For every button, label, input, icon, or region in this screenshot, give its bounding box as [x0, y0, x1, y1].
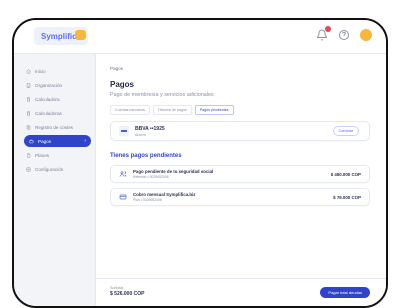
bank-logo	[119, 126, 129, 136]
breadcrumb: Pagos	[110, 66, 124, 71]
subtotal: Subtotal $ 526.000 COP	[110, 286, 144, 297]
pay-total-button[interactable]: Pagar total deudas	[320, 287, 370, 298]
sidebar-item-inicio[interactable]: Inicio	[21, 65, 90, 77]
sidebar-item-label: Planes	[35, 152, 50, 158]
bank-account-card: BBVA ••1925 Ahorro Cambiar	[110, 121, 370, 141]
payment-details: Cobro mensual Symplifica.biz Plan • 0029…	[133, 192, 195, 202]
bank-account-type: Ahorro	[135, 132, 146, 137]
bell-icon[interactable]	[316, 26, 331, 41]
sidebar-item-registro-de-costes[interactable]: Registro de costes	[21, 121, 90, 133]
chevron-right-icon: ›	[84, 138, 86, 144]
payment-title: Pago pendiente de tu seguridad social	[133, 169, 214, 174]
sidebar-item-label: Calculadoras	[35, 110, 62, 116]
app-frame: Symplifica Inicio Organización Calculado…	[12, 18, 388, 308]
payment-title: Cobro mensual Symplifica.biz	[133, 192, 196, 197]
top-icons	[316, 26, 372, 41]
building-icon	[26, 82, 31, 88]
page-subtitle: Pago de membresía y servicios adicionale…	[110, 92, 214, 98]
sidebar-item-organizacion[interactable]: Organización	[21, 79, 90, 91]
sidebar-item-label: Configuración	[35, 166, 64, 172]
tab-historial-de-pagos[interactable]: Historial de pagos	[152, 105, 192, 115]
sidebar-item-label: Inicio	[35, 68, 46, 74]
sidebar-item-pagos[interactable]: Pagos ›	[24, 135, 91, 147]
gear-icon	[26, 166, 31, 172]
change-bank-button[interactable]: Cambiar	[332, 126, 359, 136]
sidebar-item-configuracion[interactable]: Configuración	[21, 163, 90, 175]
sidebar-item-planes[interactable]: Planes	[21, 149, 90, 161]
payment-amount: $ 450.000 COP	[330, 171, 361, 177]
brand-logo: Symplifica	[34, 27, 88, 45]
payment-amount: $ 76.000 COP	[333, 194, 361, 200]
notification-badge	[325, 26, 331, 32]
help-icon[interactable]	[338, 29, 350, 41]
wallet-icon	[29, 139, 34, 144]
calculator-icon	[26, 110, 31, 116]
tab-pagos-pendientes[interactable]: Pagos pendientes	[194, 105, 234, 115]
calculator-icon	[26, 96, 31, 102]
bank-account-info: BBVA ••1925 Ahorro	[135, 126, 165, 137]
pending-payments-title: Tienes pagos pendientes	[110, 153, 182, 159]
sidebar-item-calculadora[interactable]: Calculadora	[21, 93, 90, 105]
subtotal-label: Subtotal	[110, 286, 124, 290]
document-icon	[26, 152, 31, 158]
list-item[interactable]: Pago pendiente de tu seguridad social Re…	[110, 165, 370, 183]
avatar[interactable]	[360, 29, 372, 41]
payment-details: Pago pendiente de tu seguridad social Re…	[133, 169, 213, 179]
tab-cuentas-bancarias[interactable]: Cuentas bancarias	[110, 105, 150, 115]
payment-subtitle: Retenido • 0029052006	[133, 175, 169, 179]
card-icon	[119, 193, 127, 201]
screen: Symplifica Inicio Organización Calculado…	[0, 0, 400, 308]
sidebar-item-label: Pagos	[38, 138, 52, 144]
payment-subtitle: Plan • 0029052006	[133, 198, 162, 202]
top-bar: Symplifica	[14, 20, 386, 54]
ledger-icon	[26, 125, 31, 130]
subtotal-value: $ 526.000 COP	[110, 291, 145, 297]
sidebar-item-label: Calculadora	[35, 96, 60, 102]
people-icon	[119, 170, 127, 178]
main-content: Pagos Pagos Pago de membresía y servicio…	[96, 54, 386, 306]
pending-payments-list: Pago pendiente de tu seguridad social Re…	[110, 165, 370, 206]
bank-name: BBVA ••1925	[135, 125, 165, 132]
sidebar: Inicio Organización Calculadora Calculad…	[14, 54, 96, 306]
payment-footer: Subtotal $ 526.000 COP Pagar total deuda…	[96, 278, 386, 306]
list-item[interactable]: Cobro mensual Symplifica.biz Plan • 0029…	[110, 188, 370, 206]
sidebar-item-calculadoras[interactable]: Calculadoras	[21, 107, 90, 119]
page-title: Pagos	[110, 80, 135, 89]
sidebar-item-label: Registro de costes	[35, 124, 74, 130]
sidebar-item-label: Organización	[35, 82, 63, 88]
brand-accent	[75, 30, 86, 40]
home-icon	[26, 68, 31, 74]
tabs: Cuentas bancarias Historial de pagos Pag…	[110, 105, 370, 115]
